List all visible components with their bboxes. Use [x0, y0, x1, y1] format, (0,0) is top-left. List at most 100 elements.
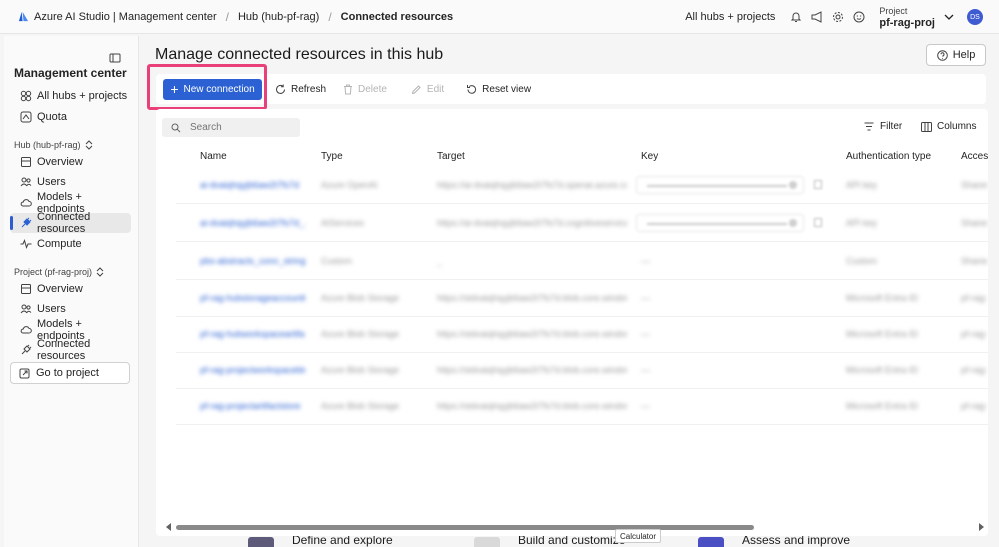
background-card: Build and customize	[474, 536, 625, 547]
table-row[interactable]: ai-dvaiqhqyjb6aw2t7fs7d Azure OpenAI htt…	[176, 168, 988, 204]
pulse-icon	[20, 238, 32, 250]
sidebar-item-all-hubs[interactable]: All hubs + projects	[10, 86, 131, 106]
table-row[interactable]: pf-rag-hubworkspaceartifactstore Azure B…	[176, 317, 988, 353]
key-field[interactable]	[636, 176, 804, 194]
table-row[interactable]: pbs-abstracts_conn_string Custom _ — Cus…	[176, 244, 988, 280]
reset-view-button[interactable]: Reset view	[466, 84, 531, 95]
project-switcher[interactable]: Project pf-rag-proj	[879, 5, 935, 29]
row-name-link[interactable]: pf-rag-projectartifactstore	[200, 401, 305, 411]
row-auth-type: Microsoft Entra ID	[846, 329, 919, 339]
table-row[interactable]: pf-rag-projectartifactstore Azure Blob S…	[176, 389, 988, 425]
trash-icon	[344, 84, 353, 94]
gear-icon[interactable]	[831, 10, 845, 24]
command-bar: + New connection Refresh Delete Edit Res…	[156, 74, 986, 104]
bell-icon[interactable]	[789, 10, 803, 24]
scroll-right-arrow[interactable]	[979, 523, 984, 531]
delete-button[interactable]: Delete	[343, 84, 387, 95]
sidebar-item-hub-models[interactable]: Models + endpoints	[10, 191, 131, 215]
chevron-down-icon[interactable]	[943, 11, 955, 23]
filter-label: Filter	[880, 121, 903, 132]
top-bar: Azure AI Studio | Management center / Hu…	[0, 0, 999, 34]
table-row[interactable]: pf-rag-hubstorageaccountblob Azure Blob …	[176, 281, 988, 317]
help-button[interactable]: Help	[926, 44, 986, 66]
copy-icon[interactable]	[814, 180, 822, 189]
filter-button[interactable]: Filter	[864, 121, 902, 132]
key-field[interactable]	[636, 214, 804, 232]
project-caption: Project	[879, 6, 908, 16]
sidebar-item-project-users[interactable]: Users	[10, 299, 131, 319]
row-target: https://stdvaiqhqyjb6aw2t7fs7d.blob.core…	[437, 365, 627, 375]
row-type: Azure Blob Storage	[321, 401, 400, 411]
eye-icon[interactable]	[789, 181, 797, 189]
sidebar-group-hub[interactable]: Hub (hub-pf-rag)	[14, 140, 93, 150]
row-name-link[interactable]: pf-rag-projectworkspaceblob	[200, 365, 305, 375]
row-name-link[interactable]: ai-dvaiqhqyjb6aw2t7fs7d_aoai	[200, 218, 305, 228]
sidebar-item-project-connected-resources[interactable]: Connected resources	[10, 338, 131, 362]
copy-icon[interactable]	[814, 218, 822, 227]
search-input[interactable]: Search	[162, 118, 300, 137]
eye-icon[interactable]	[789, 219, 797, 227]
row-access: Shared	[961, 218, 988, 228]
sidebar-item-project-overview[interactable]: Overview	[10, 279, 131, 299]
feedback-smile-icon[interactable]	[852, 10, 866, 24]
all-hubs-link[interactable]: All hubs + projects	[685, 11, 775, 23]
sidebar-item-project-models[interactable]: Models + endpoints	[10, 318, 131, 342]
sidebar-item-hub-overview[interactable]: Overview	[10, 152, 131, 172]
help-icon	[936, 49, 948, 61]
chevron-updown-icon	[96, 267, 104, 277]
row-key-empty: —	[641, 256, 650, 266]
row-auth-type: API key	[846, 180, 878, 190]
column-header-key[interactable]: Key	[641, 151, 658, 162]
card-image	[248, 537, 274, 547]
columns-button[interactable]: Columns	[921, 121, 976, 132]
column-header-authentication-type[interactable]: Authentication type	[846, 151, 931, 162]
table-row[interactable]: pf-rag-projectworkspaceblob Azure Blob S…	[176, 353, 988, 389]
reset-icon	[467, 84, 477, 94]
scroll-left-arrow[interactable]	[166, 523, 171, 531]
card-image	[698, 537, 724, 547]
row-access: pf-rag-proj	[961, 401, 988, 411]
row-key-empty: —	[641, 401, 650, 411]
columns-label: Columns	[937, 121, 977, 132]
columns-icon	[921, 121, 932, 132]
row-name-link[interactable]: pf-rag-hubworkspaceartifactstore	[200, 329, 305, 339]
row-name-link[interactable]: ai-dvaiqhqyjb6aw2t7fs7d	[200, 180, 305, 190]
sidebar-item-label: Users	[37, 176, 66, 188]
megaphone-icon[interactable]	[810, 10, 824, 24]
sidebar-item-hub-connected-resources[interactable]: Connected resources	[10, 211, 131, 235]
delete-label: Delete	[358, 83, 387, 95]
go-to-project-button[interactable]: Go to project	[10, 362, 130, 384]
horizontal-scrollbar[interactable]	[176, 525, 754, 530]
breadcrumb-hub[interactable]: Hub (hub-pf-rag)	[238, 11, 319, 23]
row-type: Azure OpenAI	[321, 180, 378, 190]
row-name-link[interactable]: pbs-abstracts_conn_string	[200, 256, 305, 266]
sidebar-item-label: Compute	[37, 238, 82, 250]
search-placeholder: Search	[190, 122, 222, 133]
sidebar-item-hub-users[interactable]: Users	[10, 172, 131, 192]
app-title[interactable]: Azure AI Studio | Management center	[34, 11, 217, 23]
cloud-icon	[20, 197, 32, 209]
row-key-empty: —	[641, 365, 650, 375]
annotation-highlight-box	[147, 64, 267, 110]
page-title: Manage connected resources in this hub	[155, 46, 444, 63]
edit-button[interactable]: Edit	[411, 84, 444, 95]
column-header-access[interactable]: Access	[961, 151, 988, 162]
external-link-icon	[19, 368, 30, 378]
sidebar: Management center All hubs + projects Qu…	[4, 36, 139, 547]
sidebar-item-hub-compute[interactable]: Compute	[10, 234, 131, 254]
row-target: https://ai-dvaiqhqyjb6aw2t7fs7d.cognitiv…	[437, 218, 627, 228]
table-row[interactable]: ai-dvaiqhqyjb6aw2t7fs7d_aoai AIServices …	[176, 206, 988, 242]
sidebar-item-quota[interactable]: Quota	[10, 107, 131, 127]
avatar[interactable]: DS	[967, 9, 983, 25]
refresh-button[interactable]: Refresh	[275, 84, 326, 95]
sidebar-title: Management center	[14, 66, 127, 80]
sidebar-group-project[interactable]: Project (pf-rag-proj)	[14, 267, 104, 277]
column-header-target[interactable]: Target	[437, 151, 465, 162]
row-name-link[interactable]: pf-rag-hubstorageaccountblob	[200, 293, 305, 303]
column-header-name[interactable]: Name	[200, 151, 227, 162]
azure-logo-icon	[18, 11, 29, 22]
row-access: pf-rag-proj	[961, 365, 988, 375]
column-header-type[interactable]: Type	[321, 151, 343, 162]
collapse-sidebar-icon[interactable]	[109, 52, 121, 64]
chevron-updown-icon	[85, 140, 92, 150]
